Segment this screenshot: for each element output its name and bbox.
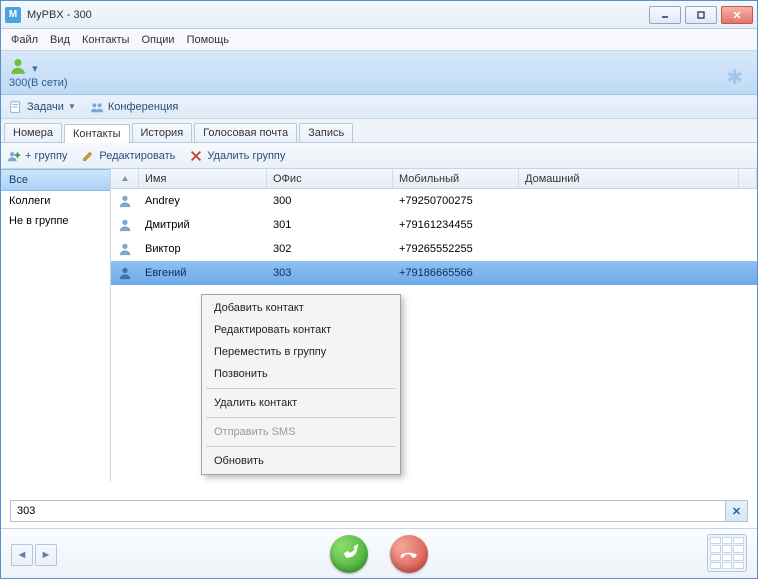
table-row[interactable]: Дмитрий 301 +79161234455 xyxy=(111,213,757,237)
contact-name: Евгений xyxy=(139,267,267,279)
nav-back-button[interactable]: ◄ xyxy=(11,544,33,566)
contact-name: Andrey xyxy=(139,195,267,207)
col-home[interactable]: Домашний xyxy=(519,169,739,188)
delete-group-label: Удалить группу xyxy=(207,150,285,162)
group-ungrouped[interactable]: Не в группе xyxy=(1,211,110,231)
chevron-down-icon: ▼ xyxy=(68,102,76,111)
presence-icon[interactable] xyxy=(9,57,27,75)
tasks-button[interactable]: Задачи ▼ xyxy=(9,100,76,114)
inner-tabs: Номера Контакты История Голосовая почта … xyxy=(1,119,757,143)
edit-button[interactable]: Редактировать xyxy=(81,149,175,163)
ctx-separator xyxy=(206,388,396,389)
ctx-refresh[interactable]: Обновить xyxy=(204,450,398,472)
col-mobile[interactable]: Мобильный xyxy=(393,169,519,188)
dial-input[interactable] xyxy=(11,501,725,521)
table-row[interactable]: Евгений 303 +79186665566 xyxy=(111,261,757,285)
minimize-button[interactable] xyxy=(649,6,681,24)
ctx-separator xyxy=(206,446,396,447)
tab-numbers[interactable]: Номера xyxy=(4,123,62,142)
contact-name: Дмитрий xyxy=(139,219,267,231)
call-button[interactable] xyxy=(330,535,368,573)
delete-group-button[interactable]: Удалить группу xyxy=(189,149,285,163)
menu-file[interactable]: Файл xyxy=(11,34,38,46)
dial-bar: ✕ xyxy=(10,500,748,522)
group-pane: Все Коллеги Не в группе xyxy=(1,169,111,481)
menu-view[interactable]: Вид xyxy=(50,34,70,46)
ctx-edit-contact[interactable]: Редактировать контакт xyxy=(204,319,398,341)
contact-icon xyxy=(111,218,139,232)
dial-clear-button[interactable]: ✕ xyxy=(725,501,747,521)
menu-help[interactable]: Помощь xyxy=(187,34,230,46)
app-icon: M xyxy=(5,7,21,23)
contact-mobile: +79186665566 xyxy=(393,267,519,279)
presence-dropdown-icon[interactable]: ▾ xyxy=(32,62,38,75)
contact-icon xyxy=(111,242,139,256)
titlebar: M MyPBX - 300 xyxy=(1,1,757,29)
ctx-delete-contact[interactable]: Удалить контакт xyxy=(204,392,398,414)
group-colleagues[interactable]: Коллеги xyxy=(1,191,110,211)
hangup-button[interactable] xyxy=(390,535,428,573)
menu-options[interactable]: Опции xyxy=(141,34,174,46)
ctx-separator xyxy=(206,417,396,418)
conference-label: Конференция xyxy=(108,101,178,113)
contact-office: 300 xyxy=(267,195,393,207)
edit-label: Редактировать xyxy=(99,150,175,162)
contact-mobile: +79265552255 xyxy=(393,243,519,255)
context-menu: Добавить контакт Редактировать контакт П… xyxy=(201,294,401,475)
contact-office: 301 xyxy=(267,219,393,231)
add-group-button[interactable]: + группу xyxy=(7,149,67,163)
window-controls xyxy=(649,6,753,24)
ctx-move-to-group[interactable]: Переместить в группу xyxy=(204,341,398,363)
ctx-call[interactable]: Позвонить xyxy=(204,363,398,385)
contact-icon xyxy=(111,194,139,208)
close-button[interactable] xyxy=(721,6,753,24)
keypad-button[interactable] xyxy=(707,534,747,572)
tasks-label: Задачи xyxy=(27,101,64,113)
table-row[interactable]: Andrey 300 +79250700275 xyxy=(111,189,757,213)
contact-name: Виктор xyxy=(139,243,267,255)
maximize-button[interactable] xyxy=(685,6,717,24)
col-office[interactable]: ОФис xyxy=(267,169,393,188)
presence-bar: ▾ 300(В сети) ✱ xyxy=(1,51,757,95)
window-title: MyPBX - 300 xyxy=(27,9,649,21)
col-name[interactable]: Имя xyxy=(139,169,267,188)
group-all[interactable]: Все xyxy=(1,169,110,191)
ctx-add-contact[interactable]: Добавить контакт xyxy=(204,297,398,319)
add-group-label: + группу xyxy=(25,150,67,162)
contact-office: 303 xyxy=(267,267,393,279)
tab-history[interactable]: История xyxy=(132,123,193,142)
menu-contacts[interactable]: Контакты xyxy=(82,34,130,46)
conference-button[interactable]: Конференция xyxy=(90,100,178,114)
menubar: Файл Вид Контакты Опции Помощь xyxy=(1,29,757,51)
tab-record[interactable]: Запись xyxy=(299,123,353,142)
presence-status: 300(В сети) xyxy=(9,77,749,89)
contact-icon xyxy=(111,266,139,280)
action-toolbar: + группу Редактировать Удалить группу xyxy=(1,143,757,169)
star-icon: ✱ xyxy=(726,65,743,90)
tab-voicemail[interactable]: Голосовая почта xyxy=(194,123,297,142)
app-window: M MyPBX - 300 Файл Вид Контакты Опции По… xyxy=(0,0,758,579)
contacts-rows: Andrey 300 +79250700275 Дмитрий 301 +791… xyxy=(111,189,757,285)
contact-mobile: +79250700275 xyxy=(393,195,519,207)
tab-contacts[interactable]: Контакты xyxy=(64,124,130,143)
table-row[interactable]: Виктор 302 +79265552255 xyxy=(111,237,757,261)
contact-office: 302 xyxy=(267,243,393,255)
nav-buttons: ◄ ► xyxy=(11,544,57,566)
contacts-header: Имя ОФис Мобильный Домашний xyxy=(111,169,757,189)
taskbar: Задачи ▼ Конференция xyxy=(1,95,757,119)
bottom-bar: ◄ ► xyxy=(1,528,757,578)
col-sort-icon[interactable] xyxy=(111,169,139,188)
nav-forward-button[interactable]: ► xyxy=(35,544,57,566)
col-end xyxy=(739,169,757,188)
ctx-send-sms: Отправить SMS xyxy=(204,421,398,443)
contact-mobile: +79161234455 xyxy=(393,219,519,231)
